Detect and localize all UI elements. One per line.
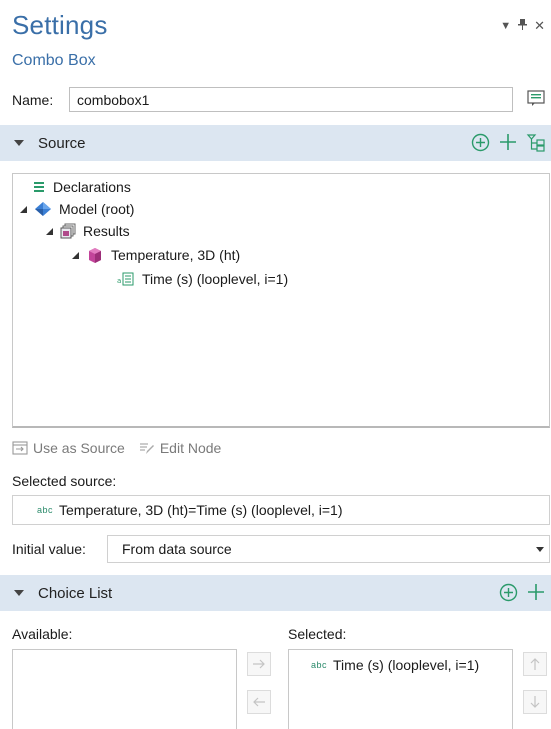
pin-icon[interactable] — [518, 19, 528, 33]
arrow-down-icon — [530, 696, 540, 708]
tree-item-label: Results — [83, 223, 130, 239]
add-circle-icon — [499, 583, 517, 601]
dropdown-menu-icon[interactable]: ▼ — [500, 20, 511, 32]
plus-icon — [528, 584, 544, 600]
available-label: Available: — [12, 626, 73, 642]
notes-icon — [527, 90, 545, 106]
declarations-icon — [32, 181, 46, 193]
selected-source-value: Temperature, 3D (ht)=Time (s) (looplevel… — [59, 502, 343, 518]
expanded-triangle-icon[interactable] — [46, 227, 53, 235]
selected-source-label: Selected source: — [12, 473, 117, 489]
use-as-source-button[interactable]: Use as Source — [12, 440, 125, 456]
arrow-up-icon — [530, 658, 540, 670]
choice-list-section-header[interactable]: Choice List — [0, 575, 551, 611]
use-as-source-icon — [12, 441, 28, 455]
string-type-icon: abc — [311, 660, 328, 670]
expanded-triangle-icon[interactable] — [20, 205, 27, 213]
add-button[interactable] — [497, 131, 519, 153]
tree-item-label: Declarations — [53, 179, 131, 195]
list-item-label: Time (s) (looplevel, i=1) — [333, 657, 480, 673]
name-label: Name: — [12, 92, 54, 108]
expanded-triangle-icon[interactable] — [72, 251, 79, 259]
source-toolbar — [469, 131, 547, 153]
move-down-button[interactable] — [523, 690, 547, 714]
edit-node-icon — [139, 443, 154, 454]
collapse-caret-icon[interactable] — [14, 590, 24, 596]
choice-list-toolbar — [497, 581, 547, 603]
list-item[interactable]: abc Time (s) (looplevel, i=1) — [311, 657, 479, 673]
tree-item-results[interactable]: Results — [46, 220, 130, 242]
collapse-caret-icon[interactable] — [14, 140, 24, 146]
results-icon — [60, 223, 76, 239]
selected-label: Selected: — [288, 626, 347, 642]
tree-item-label: Temperature, 3D (ht) — [111, 247, 241, 263]
close-icon[interactable]: ✕ — [534, 18, 545, 34]
tree-item-label: Model (root) — [59, 201, 135, 217]
name-field[interactable] — [69, 87, 513, 112]
name-edit-button[interactable] — [524, 86, 548, 110]
tree-item-model-root[interactable]: Model (root) — [20, 198, 134, 220]
source-tree[interactable]: Declarations Model (root) Results Temper… — [12, 173, 550, 428]
window-controls: ▼ ✕ — [500, 18, 545, 34]
add-button[interactable] — [525, 581, 547, 603]
model-icon — [34, 201, 52, 217]
arrow-left-icon — [253, 697, 265, 707]
available-list[interactable] — [12, 649, 237, 729]
arrow-right-icon — [253, 659, 265, 669]
initial-value-select[interactable]: From data source — [107, 535, 550, 563]
source-section-header[interactable]: Source — [0, 125, 551, 161]
string-type-icon: abc — [37, 505, 54, 515]
add-circle-button[interactable] — [469, 131, 491, 153]
tree-filter-icon — [526, 134, 545, 152]
add-circle-icon — [471, 133, 489, 151]
parameter-icon: a — [117, 272, 135, 286]
panel-subtitle: Combo Box — [12, 52, 96, 69]
edit-node-label: Edit Node — [159, 440, 222, 456]
chevron-down-icon — [536, 547, 544, 552]
move-right-button[interactable] — [247, 652, 271, 676]
source-section-title: Source — [38, 134, 86, 152]
edit-node-button[interactable]: Edit Node — [139, 440, 221, 456]
tree-item-declarations[interactable]: Declarations — [32, 176, 131, 198]
dataset-3d-icon — [86, 246, 104, 264]
tree-item-time-parameter[interactable]: a Time (s) (looplevel, i=1) — [117, 268, 288, 290]
svg-text:a: a — [117, 277, 121, 285]
move-up-button[interactable] — [523, 652, 547, 676]
choice-list-section-title: Choice List — [38, 584, 113, 602]
initial-value-selected: From data source — [122, 541, 232, 557]
panel-title: Settings — [12, 10, 108, 40]
selected-source-field: abc Temperature, 3D (ht)=Time (s) (loopl… — [12, 495, 550, 525]
source-action-bar: Use as Source Edit Node — [12, 440, 221, 456]
add-circle-button[interactable] — [497, 581, 519, 603]
selected-list[interactable]: abc Time (s) (looplevel, i=1) — [288, 649, 513, 729]
use-as-source-label: Use as Source — [33, 440, 125, 456]
tree-item-label: Time (s) (looplevel, i=1) — [142, 271, 289, 287]
plus-icon — [500, 134, 516, 150]
tree-filter-button[interactable] — [525, 131, 547, 153]
tree-item-temperature-3d[interactable]: Temperature, 3D (ht) — [72, 244, 240, 266]
initial-value-label: Initial value: — [12, 541, 86, 557]
move-left-button[interactable] — [247, 690, 271, 714]
